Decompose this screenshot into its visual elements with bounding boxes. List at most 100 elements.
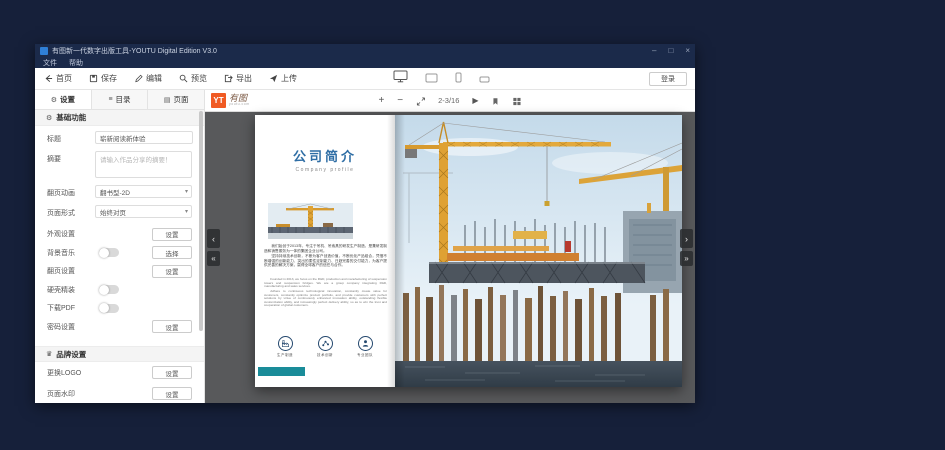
export-button[interactable]: 导出 [224,73,252,84]
flip-progress-bar [258,367,305,376]
tab-pages[interactable]: ▤ 页面 [148,90,204,109]
home-button[interactable]: 首页 [44,73,72,84]
last-page-button[interactable]: » [680,251,693,266]
tab-settings[interactable]: ⚙ 设置 [35,90,92,109]
sidebar-scrollbar[interactable] [199,111,203,331]
factory-icon [278,336,293,351]
company-profile-title: 公司简介 [255,146,395,165]
crane-photo-small [268,203,353,239]
hardcover-row: 硬壳精装 [35,281,204,300]
download-pdf-row: 下载PDF [35,299,204,318]
hardcover-toggle[interactable] [99,285,119,294]
tablet-icon[interactable] [425,70,438,88]
feature-manufacturing: 生产制造 [269,336,301,358]
upload-button[interactable]: 上传 [269,73,297,84]
watermark-row: 页面水印 设置 [35,383,204,403]
page-layout-label: 页面形式 [47,205,95,218]
password-settings-button[interactable]: 设置 [152,320,192,333]
titlebar: 有图新一代数字出版工具-YOUTU Digital Edition V3.0 –… [35,44,695,58]
summary-textarea[interactable] [95,151,192,178]
next-page-button[interactable]: › [680,229,693,248]
yt-logo-icon: YT [211,93,226,108]
page-layout-select[interactable]: 始终对页 ▾ [95,205,192,218]
download-pdf-toggle[interactable] [99,304,119,313]
card-icon[interactable] [479,70,490,88]
chevron-down-icon: ▾ [185,208,188,215]
menu-file[interactable]: 文件 [43,58,57,68]
person-icon [358,336,373,351]
basic-functions-header: ⚙ 基础功能 [35,110,204,126]
paper-plane-icon [269,74,278,83]
english-paragraphs: Founded in 2013, we focus on the R&D, pr… [264,278,387,309]
autoplay-button[interactable]: ▶ [472,97,478,105]
brand-settings-header: ♛ 品牌设置 [35,346,204,362]
main-toolbar: 首页 保存 编辑 预览 导出 上传 登录 [35,68,695,90]
menubar: 文件 帮助 [35,58,695,68]
close-button[interactable]: × [685,44,690,58]
book-preview-panel: YT 有图 youtu.com + − 2-3/16 ▶ [205,90,695,403]
right-nav-group: › » [680,229,693,266]
mobile-icon[interactable] [455,70,462,88]
company-profile-subtitle: Company profile [255,167,395,173]
desktop-icon[interactable] [393,70,408,88]
feature-innovation: 技术创新 [309,336,341,358]
zoom-in-button[interactable]: + [378,96,384,106]
device-preview-group [393,68,490,90]
login-button[interactable]: 登录 [649,72,687,86]
pencil-icon [134,74,143,83]
maximize-button[interactable]: □ [668,44,673,58]
background-music-toggle[interactable] [99,248,119,257]
summary-label: 摘要 [47,151,95,178]
flip-animation-label: 翻页动画 [47,185,95,198]
page-indicator: 2-3/16 [438,97,459,105]
prev-page-button[interactable]: ‹ [207,229,220,248]
page-layout-row: 页面形式 始终对页 ▾ [35,200,204,220]
zoom-out-button[interactable]: − [397,96,403,106]
feature-team: 专业团队 [349,336,381,358]
book-spread: 公司简介 Company profile [255,115,682,387]
title-input[interactable] [95,131,193,144]
summary-field-row: 摘要 [35,146,204,180]
viewer-toolbar: YT 有图 youtu.com + − 2-3/16 ▶ [205,90,695,112]
crown-icon: ♛ [46,350,52,358]
sidebar-tabs: ⚙ 设置 ≡ 目录 ▤ 页面 [35,90,204,110]
settings-sidebar: ⚙ 设置 ≡ 目录 ▤ 页面 ⚙ 基础功能 标题 [35,90,205,403]
viewer-controls: + − 2-3/16 ▶ [378,90,521,112]
thumbnails-button[interactable] [513,97,522,106]
flip-animation-row: 翻页动画 翻书型-2D ▾ [35,180,204,200]
save-icon [89,74,98,83]
flip-settings-row: 翻页设置 设置 [35,262,204,281]
window-title: 有图新一代数字出版工具-YOUTU Digital Edition V3.0 [52,46,640,56]
tab-toc[interactable]: ≡ 目录 [92,90,149,109]
left-page[interactable]: 公司简介 Company profile [255,115,395,387]
brand-logo: YT 有图 youtu.com [211,93,250,108]
flip-settings-button[interactable]: 设置 [152,265,192,278]
menu-help[interactable]: 帮助 [69,58,83,68]
preview-button[interactable]: 预览 [179,73,207,84]
book-stage: ‹ « › » 公司简介 Company profile [205,112,695,403]
gear-icon: ⚙ [51,96,57,104]
brand-sub: youtu.com [229,103,250,107]
edit-button[interactable]: 编辑 [134,73,162,84]
password-settings-row: 密码设置 设置 [35,318,204,337]
app-window: 有图新一代数字出版工具-YOUTU Digital Edition V3.0 –… [35,44,695,403]
appearance-settings-button[interactable]: 设置 [152,228,192,241]
replace-logo-button[interactable]: 设置 [152,366,192,379]
network-icon [318,336,333,351]
right-page-construction-photo[interactable] [395,115,682,387]
save-button[interactable]: 保存 [89,73,117,84]
bookmark-button[interactable] [492,97,500,106]
watermark-button[interactable]: 设置 [152,387,192,400]
appearance-settings-row: 外观设置 设置 [35,225,204,244]
background-music-choose-button[interactable]: 选择 [152,246,192,259]
replace-logo-row: 更换LOGO 设置 [35,362,204,383]
minimize-button[interactable]: – [652,44,656,58]
gear-icon: ⚙ [46,114,52,122]
flip-animation-select[interactable]: 翻书型-2D ▾ [95,185,192,198]
background-music-row: 背景音乐 选择 [35,244,204,263]
fullscreen-button[interactable] [416,97,425,106]
chevron-down-icon: ▾ [185,188,188,195]
title-label: 标题 [47,131,95,144]
first-page-button[interactable]: « [207,251,220,266]
page-icon: ▤ [164,96,171,104]
